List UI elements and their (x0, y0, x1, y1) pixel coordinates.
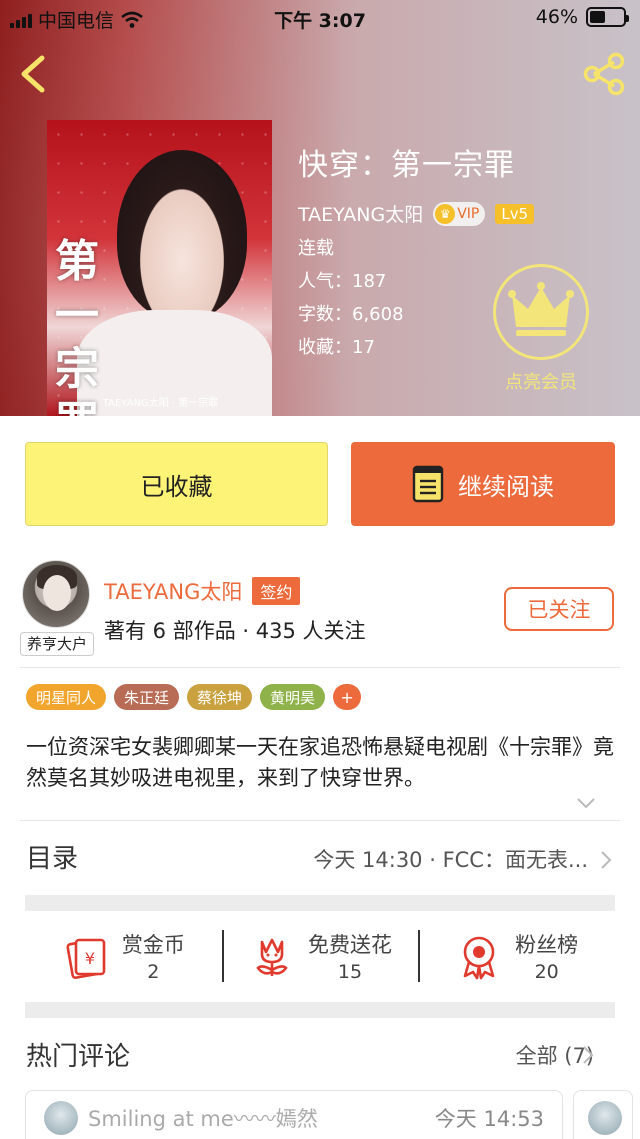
commenter-name: Smiling at me〰〰嫣然 (88, 1107, 318, 1131)
avatar-title-badge: 养亨大户 (20, 632, 94, 656)
crown-icon (508, 282, 574, 336)
reward-coins-button[interactable]: ¥ 赏金币 2 (25, 920, 222, 992)
chevron-right-icon (583, 1046, 594, 1064)
fan-ranking-button[interactable]: 粉丝榜 20 (418, 920, 615, 992)
reward-count: 20 (534, 961, 559, 983)
reward-label: 免费送花 (308, 933, 392, 957)
book-icon (412, 465, 444, 503)
tag-chip[interactable]: 蔡徐坤 (187, 684, 253, 710)
author-name[interactable]: TAEYANG太阳 (104, 576, 242, 606)
section-separator (25, 895, 615, 911)
avatar[interactable] (22, 560, 90, 628)
status-bar: 中国电信 下午 3:07 46% (0, 0, 640, 36)
action-buttons: 已收藏 继续阅读 (25, 442, 615, 526)
tag-chip[interactable]: 黄明昊 (260, 684, 326, 710)
comment-card[interactable]: Smiling at me〰〰嫣然 今天 14:53 (25, 1090, 563, 1139)
toc-title: 目录 (26, 844, 79, 874)
reward-label: 粉丝榜 (515, 933, 579, 957)
send-flower-button[interactable]: 免费送花 15 (221, 920, 419, 992)
cover-portrait (117, 150, 247, 320)
ribbon-medal-icon (463, 936, 495, 980)
book-author[interactable]: TAEYANG太阳 (298, 200, 423, 227)
author-stats: 著有 6 部作品 · 435 人关注 (104, 619, 366, 643)
continue-reading-label: 继续阅读 (458, 472, 554, 501)
coin-envelope-icon: ¥ (66, 938, 106, 979)
section-separator (25, 1002, 615, 1018)
member-crown-button[interactable] (493, 264, 589, 360)
battery-percent: 46% (535, 6, 578, 28)
chevron-left-icon[interactable] (14, 52, 54, 96)
battery-icon (586, 7, 629, 27)
avatar[interactable] (588, 1101, 622, 1135)
tag-list: 明星同人 朱正廷 蔡徐坤 黄明昊 + (26, 684, 362, 710)
book-description: 一位资深宅女裴卿卿某一天在家追恐怖悬疑电视剧《十宗罪》竟然莫名其妙吸进电视里，来… (26, 735, 614, 790)
reward-count: 15 (337, 961, 363, 983)
favorited-button[interactable]: 已收藏 (25, 442, 328, 526)
author-row: 养亨大户 TAEYANG太阳 签约 著有 6 部作品 · 435 人关注 已关注 (20, 560, 620, 660)
continue-reading-button[interactable]: 继续阅读 (351, 442, 615, 526)
vip-badge: ♛ VIP (433, 201, 486, 226)
reward-bar: ¥ 赏金币 2 免费送花 15 粉丝榜 20 (25, 920, 615, 992)
book-header: 中国电信 下午 3:07 46% 第一宗罪 TAEYANG太阳 · 第一宗罪 快… (0, 0, 640, 416)
cover-caption: TAEYANG太阳 · 第一宗罪 (102, 398, 219, 409)
tag-chip[interactable]: 朱正廷 (114, 684, 180, 710)
reward-count: 2 (147, 961, 160, 983)
comment-card[interactable] (573, 1090, 633, 1139)
level-badge: Lv5 (495, 203, 535, 224)
flower-icon (256, 938, 288, 976)
hot-comments-title: 热门评论 (26, 1042, 131, 1072)
divider (20, 667, 620, 668)
serial-status: 连载 (298, 238, 334, 259)
chevron-right-icon (601, 851, 612, 869)
add-tag-button[interactable]: + (333, 684, 362, 710)
comment-time: 今天 14:53 (434, 1107, 544, 1131)
reward-label: 赏金币 (121, 933, 185, 957)
avatar[interactable] (44, 1101, 78, 1135)
follow-button[interactable]: 已关注 (504, 587, 614, 631)
member-label[interactable]: 点亮会员 (480, 368, 602, 394)
tag-chip[interactable]: 明星同人 (26, 684, 107, 710)
latest-chapter: 今天 14:30 · FCC：面无表... (313, 848, 588, 872)
signed-badge: 签约 (252, 577, 301, 605)
book-title: 快穿：第一宗罪 (298, 148, 515, 183)
cover-title: 第一宗罪 (55, 236, 99, 416)
svg-text:¥: ¥ (85, 949, 95, 968)
chevron-down-icon[interactable] (576, 796, 596, 810)
book-cover[interactable]: 第一宗罪 TAEYANG太阳 · 第一宗罪 (47, 120, 272, 416)
share-icon[interactable] (580, 50, 628, 98)
table-of-contents-row[interactable]: 目录 今天 14:30 · FCC：面无表... (20, 820, 620, 896)
crown-icon: ♛ (435, 203, 456, 224)
